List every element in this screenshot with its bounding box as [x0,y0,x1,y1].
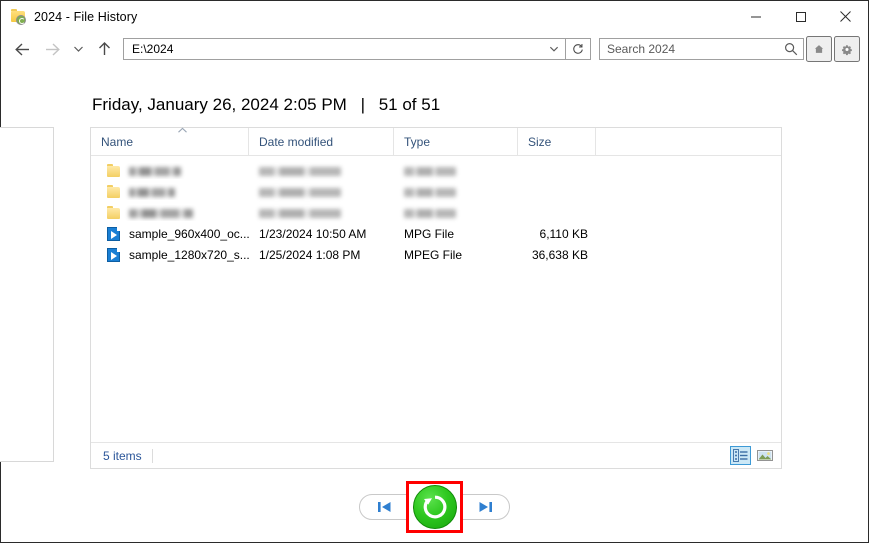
file-date-cell [249,185,394,199]
skip-previous-icon [377,502,390,512]
forward-icon[interactable] [37,36,67,62]
address-bar[interactable]: E:\2024 [123,38,566,60]
file-type-cell [394,185,518,199]
previous-version-button[interactable] [359,494,409,520]
file-type-cell [394,164,518,178]
restore-button[interactable] [412,485,457,529]
minimize-button[interactable] [733,1,778,32]
version-heading: Friday, January 26, 2024 2:05 PM | 51 of… [92,95,440,115]
file-list[interactable]: sample_960x400_oc... 1/23/2024 10:50 AM … [91,156,781,442]
file-type-cell: MPG File [404,226,455,241]
close-button[interactable] [823,1,868,32]
column-header-date-modified-label: Date modified [259,134,334,149]
home-icon[interactable] [806,36,832,62]
skip-next-icon [479,502,492,512]
table-row[interactable] [91,202,781,223]
gear-icon[interactable] [834,36,860,62]
column-header-date-modified[interactable]: Date modified [249,128,394,155]
file-name-cell: sample_960x400_oc... [91,225,249,242]
folder-icon [106,205,122,221]
large-icons-view-button[interactable] [754,446,775,465]
folder-icon [106,163,122,179]
search-input[interactable] [600,41,779,57]
item-count-label: 5 items [103,448,153,463]
up-arrow-icon[interactable] [89,36,119,62]
media-file-icon [106,225,122,242]
view-toggle-group [730,446,775,465]
title-bar: 2024 - File History [1,1,868,32]
recent-locations-chevron-down-icon[interactable] [67,36,89,62]
file-type-cell: MPEG File [404,247,463,262]
file-date-cell: 1/23/2024 10:50 AM [259,226,367,241]
column-header-row: Name Date modified Type Size [91,127,781,156]
column-header-name-label: Name [101,134,134,149]
file-history-window: 2024 - File History E:\2024 Search 2024 … [0,0,869,543]
refresh-icon[interactable] [566,38,591,60]
version-timestamp: Friday, January 26, 2024 2:05 PM [92,95,347,114]
file-name-cell: sample_1280x720_s... [91,246,249,263]
details-view-button[interactable] [730,446,751,465]
column-header-type[interactable]: Type [394,128,518,155]
column-header-name[interactable]: Name [91,127,249,155]
search-icon[interactable] [779,39,803,59]
restore-button-highlight [406,481,463,533]
transport-controls [1,475,868,539]
column-header-filler [596,128,781,155]
table-row[interactable] [91,160,781,181]
content-area: Friday, January 26, 2024 2:05 PM | 51 of… [0,66,868,542]
file-type-cell [394,206,518,220]
version-counter: 51 of 51 [378,95,441,114]
sort-ascending-chevron-up-icon [176,127,188,135]
file-date-cell: 1/25/2024 1:08 PM [259,247,361,262]
address-path[interactable]: E:\2024 [124,42,543,56]
column-header-type-label: Type [404,134,431,149]
file-name-redacted [129,206,193,220]
file-size-cell: 36,638 KB [531,247,588,262]
next-version-button[interactable] [460,494,510,520]
file-name-cell [91,163,249,179]
media-file-icon [106,246,122,263]
search-box[interactable] [599,38,804,60]
restore-circular-arrow-icon [423,495,446,519]
table-row[interactable] [91,181,781,202]
heading-separator: | [360,95,365,114]
file-name-label: sample_960x400_oc... [129,226,249,241]
left-side-panel [0,127,54,462]
file-browser-panel: Name Date modified Type Size sample_960x… [90,127,782,469]
table-row[interactable]: sample_1280x720_s... 1/25/2024 1:08 PM M… [91,244,781,265]
column-header-size-label: Size [528,134,552,149]
file-name-cell [91,184,249,200]
file-name-redacted [129,185,175,199]
maximize-button[interactable] [778,1,823,32]
file-date-cell [249,206,394,220]
address-chevron-down-icon[interactable] [543,39,565,59]
file-date-cell [249,164,394,178]
file-size-cell: 6,110 KB [539,226,588,241]
folder-icon [106,184,122,200]
file-history-folder-icon [11,8,27,25]
file-name-cell [91,205,249,221]
window-title: 2024 - File History [34,9,138,24]
navigation-bar: E:\2024 [1,32,868,66]
file-name-redacted [129,164,181,178]
status-bar: 5 items [91,442,781,468]
table-row[interactable]: sample_960x400_oc... 1/23/2024 10:50 AM … [91,223,781,244]
back-icon[interactable] [7,36,37,62]
window-controls [733,1,868,32]
file-name-label: sample_1280x720_s... [129,247,249,262]
column-header-size[interactable]: Size [518,128,596,155]
